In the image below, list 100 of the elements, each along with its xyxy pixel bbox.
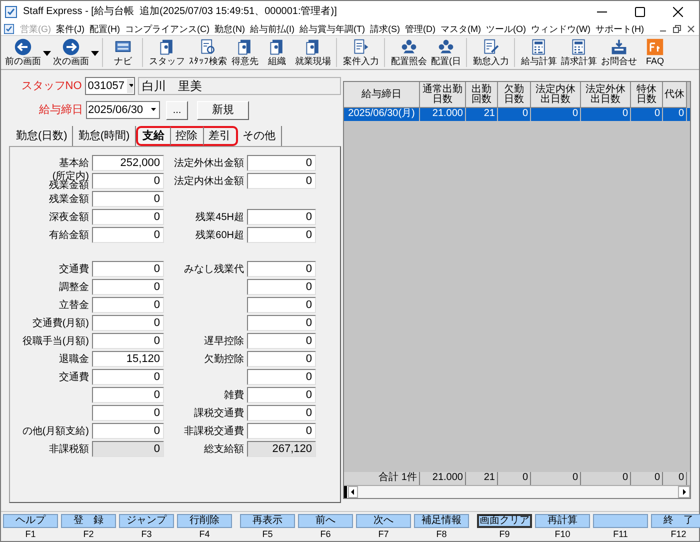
amount-field[interactable]: 0 [247, 315, 316, 331]
amount-field[interactable]: 0 [247, 387, 316, 403]
menu-item[interactable]: 配置(H) [90, 22, 120, 34]
toolbar-button[interactable]: 請求計算 [559, 38, 599, 67]
toolbar-button[interactable]: 案件入力 [336, 38, 381, 67]
amount-field[interactable]: 0 [247, 209, 316, 225]
restore-icon[interactable] [672, 24, 682, 34]
close-icon[interactable] [686, 24, 696, 34]
toolbar-button[interactable]: 組織 [261, 38, 293, 67]
amount-field[interactable]: 252,000 [92, 155, 164, 171]
function-key-button[interactable]: 画面クリア [477, 514, 532, 528]
amount-field[interactable]: 0 [247, 173, 316, 189]
amount-field[interactable]: 0 [92, 369, 164, 385]
amount-field[interactable]: 0 [92, 191, 164, 207]
amount-field[interactable]: 0 [92, 261, 164, 277]
menu-item[interactable]: サポート(H) [596, 22, 644, 34]
column-header[interactable]: 法定内休出日数 [531, 82, 581, 108]
amount-field[interactable]: 0 [247, 261, 316, 277]
column-header[interactable]: 法定外休出日数 [581, 82, 631, 108]
function-key-button[interactable]: 再計算 [535, 514, 590, 528]
function-key-button[interactable]: 終 了 [651, 514, 700, 528]
amount-field[interactable]: 0 [247, 279, 316, 295]
amount-field[interactable]: 0 [247, 351, 316, 367]
function-key-button[interactable]: 行削除 [177, 514, 232, 528]
amount-field[interactable]: 0 [92, 333, 164, 349]
horizontal-scrollbar[interactable] [344, 485, 690, 498]
toolbar-button[interactable]: 勤怠入力 [466, 38, 511, 67]
scroll-left-icon[interactable] [344, 486, 358, 498]
column-header[interactable]: 特休日数 [631, 82, 663, 108]
menu-item[interactable]: 管理(D) [405, 22, 436, 34]
menu-item[interactable]: 勤怠(N) [214, 22, 245, 34]
dropdown-caret-icon [91, 50, 99, 56]
amount-field[interactable]: 0 [92, 423, 164, 439]
function-key-button[interactable]: 再表示 [240, 514, 295, 528]
closing-date-dropdown[interactable]: 2025/06/30 [86, 101, 160, 119]
toolbar-button[interactable]: お問合せ [599, 38, 639, 67]
key-label: F3 [141, 528, 152, 540]
amount-field[interactable]: 0 [92, 209, 164, 225]
toolbar-button[interactable]: 前の画面 [3, 38, 51, 67]
menu-item[interactable]: コンプライアンス(C) [125, 22, 210, 34]
amount-field[interactable]: 0 [247, 405, 316, 421]
amount-field[interactable]: 0 [92, 315, 164, 331]
toolbar-button[interactable]: ｽﾀｯﾌ検索 [187, 38, 229, 67]
field-label: 調整金 [59, 282, 89, 292]
closing-date-label: 給与締日 [38, 102, 83, 118]
key-label: F9 [499, 528, 510, 540]
field-label: 総支給額 [204, 442, 244, 456]
toolbar-button[interactable]: 給与計算 [514, 38, 559, 67]
toolbar-button[interactable]: 得意先 [229, 38, 261, 67]
column-header[interactable]: 欠勤日数 [498, 82, 531, 108]
amount-field[interactable]: 0 [92, 279, 164, 295]
amount-field[interactable]: 0 [247, 227, 316, 243]
staff-number-dropdown[interactable]: 031057 [84, 77, 135, 95]
column-header[interactable]: 通常出勤日数 [420, 82, 466, 108]
menu-item[interactable]: 案件(J) [56, 22, 84, 34]
amount-field[interactable]: 0 [247, 369, 316, 385]
amount-field[interactable]: 0 [92, 387, 164, 403]
amount-field[interactable]: 0 [92, 173, 164, 189]
close-icon[interactable] [673, 6, 683, 16]
function-key-button[interactable]: ジャンプ [119, 514, 174, 528]
tab[interactable]: 勤怠(日数) [11, 126, 74, 146]
function-key-button[interactable]: 次へ [356, 514, 411, 528]
function-key-button[interactable]: 登 録 [61, 514, 116, 528]
menu-item[interactable]: マスタ(M) [440, 22, 481, 34]
toolbar-button[interactable]: FAQ [639, 38, 671, 67]
tab[interactable]: その他 [238, 126, 282, 146]
table-row[interactable]: 2025/06/30(月) 21.000 21 0 0 0 0 0 [344, 108, 690, 121]
amount-field[interactable]: 15,120 [92, 351, 164, 367]
tab[interactable]: 差引 [202, 126, 238, 146]
menu-item[interactable]: 給与前払(I) [250, 22, 294, 34]
function-key-button[interactable]: 補足情報 [414, 514, 469, 528]
tab[interactable]: 控除 [170, 126, 203, 146]
tab[interactable]: 支給 [136, 126, 170, 146]
amount-field[interactable]: 0 [247, 423, 316, 439]
toolbar-button[interactable]: スタッフ [142, 38, 187, 67]
toolbar-button[interactable]: ナビ [102, 38, 139, 67]
amount-field[interactable]: 0 [92, 405, 164, 421]
menu-item[interactable]: 請求(S) [370, 22, 400, 34]
browse-button[interactable]: ... [166, 100, 188, 120]
column-header[interactable]: 出勤回数 [466, 82, 498, 108]
scroll-right-icon[interactable] [678, 486, 690, 498]
new-button[interactable]: 新規 [197, 100, 249, 120]
column-header[interactable]: 給与締日 [344, 82, 420, 108]
menu-item[interactable]: 給与賞与年調(T) [300, 22, 365, 34]
function-key-button[interactable]: 前へ [298, 514, 353, 528]
menu-item[interactable]: ツール(O) [486, 22, 526, 34]
amount-field[interactable]: 0 [92, 297, 164, 313]
toolbar-button[interactable]: 次の画面 [51, 38, 99, 67]
field-label: 役職手当(月額) [22, 336, 89, 346]
amount-field[interactable]: 0 [247, 333, 316, 349]
toolbar-button[interactable]: 配置照会 [384, 38, 429, 67]
amount-field[interactable]: 0 [247, 297, 316, 313]
column-header[interactable]: 代休 [663, 82, 687, 108]
toolbar-button[interactable]: 就業現場 [293, 38, 333, 67]
maximize-icon[interactable] [635, 6, 645, 16]
amount-field[interactable]: 0 [247, 155, 316, 171]
toolbar-button[interactable]: 配置(日 [429, 38, 463, 67]
amount-field[interactable]: 0 [92, 227, 164, 243]
function-key-button[interactable]: ヘルプ [3, 514, 58, 528]
menu-item[interactable]: ウィンドウ(W) [531, 22, 590, 34]
